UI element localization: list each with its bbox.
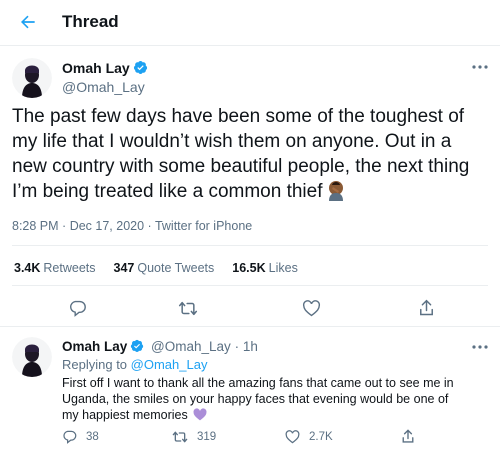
quote-tweets-stat[interactable]: 347 Quote Tweets <box>114 261 215 275</box>
reply-icon <box>63 430 77 444</box>
like-button[interactable]: 2.7K <box>285 430 333 444</box>
more-horizontal-icon <box>472 345 488 349</box>
tweet-age[interactable]: 1h <box>243 339 258 354</box>
tweet-date[interactable]: Dec 17, 2020 <box>70 219 144 233</box>
author-handle[interactable]: @Omah_Lay <box>151 339 231 354</box>
page-title: Thread <box>62 12 119 31</box>
tweet-text: The past few days have been some of the … <box>12 104 488 208</box>
replying-to: Replying to @Omah_Lay <box>62 357 208 372</box>
share-icon <box>420 299 433 316</box>
reply-count: 38 <box>86 431 99 443</box>
tweet-stats: 3.4K Retweets 347 Quote Tweets 16.5K Likes <box>14 261 316 275</box>
author-name[interactable]: Omah Lay <box>62 60 130 76</box>
reply-icon <box>69 300 86 317</box>
divider <box>12 245 488 246</box>
share-button[interactable] <box>401 429 415 444</box>
reply-text: First off I want to thank all the amazin… <box>62 375 462 425</box>
heart-icon <box>303 300 320 317</box>
reply-button[interactable]: 38 <box>62 430 99 444</box>
arrow-left-icon <box>21 15 35 29</box>
tweet-source[interactable]: Twitter for iPhone <box>155 219 252 233</box>
facepalm-emoji-icon <box>325 179 347 208</box>
replying-to-link[interactable]: @Omah_Lay <box>131 357 208 372</box>
likes-stat[interactable]: 16.5K Likes <box>232 261 298 275</box>
more-options-button[interactable] <box>468 60 492 74</box>
avatar[interactable] <box>12 337 52 377</box>
verified-badge-icon <box>131 339 144 353</box>
retweet-icon <box>178 301 198 316</box>
reply-button[interactable] <box>68 300 87 317</box>
share-button[interactable] <box>418 299 435 317</box>
retweet-button[interactable] <box>178 300 198 317</box>
retweet-button[interactable]: 319 <box>172 430 216 444</box>
divider <box>12 285 488 286</box>
purple-heart-icon <box>193 408 207 425</box>
separator-dot: · <box>234 339 243 354</box>
author-handle[interactable]: @Omah_Lay <box>62 79 148 95</box>
tweet-meta: 8:28 PM · Dec 17, 2020 · Twitter for iPh… <box>12 219 253 233</box>
thread-header: Thread <box>0 0 500 46</box>
retweets-stat[interactable]: 3.4K Retweets <box>14 261 96 275</box>
more-horizontal-icon <box>472 65 488 69</box>
author-info: Omah Lay @Omah_Lay <box>62 60 148 95</box>
retweet-count: 319 <box>197 431 217 443</box>
author-name[interactable]: Omah Lay <box>62 339 127 354</box>
heart-icon <box>285 430 300 444</box>
verified-badge-icon <box>133 61 147 74</box>
share-icon <box>402 429 414 443</box>
tweet-time[interactable]: 8:28 PM <box>12 219 59 233</box>
avatar[interactable] <box>12 58 52 98</box>
more-options-button[interactable] <box>468 340 492 354</box>
like-button[interactable] <box>302 300 321 317</box>
divider <box>0 326 500 327</box>
like-count: 2.7K <box>309 431 333 443</box>
back-button[interactable] <box>12 6 44 38</box>
reply-author-row: Omah Lay @Omah_Lay · 1h <box>62 339 258 354</box>
retweet-icon <box>172 431 188 443</box>
